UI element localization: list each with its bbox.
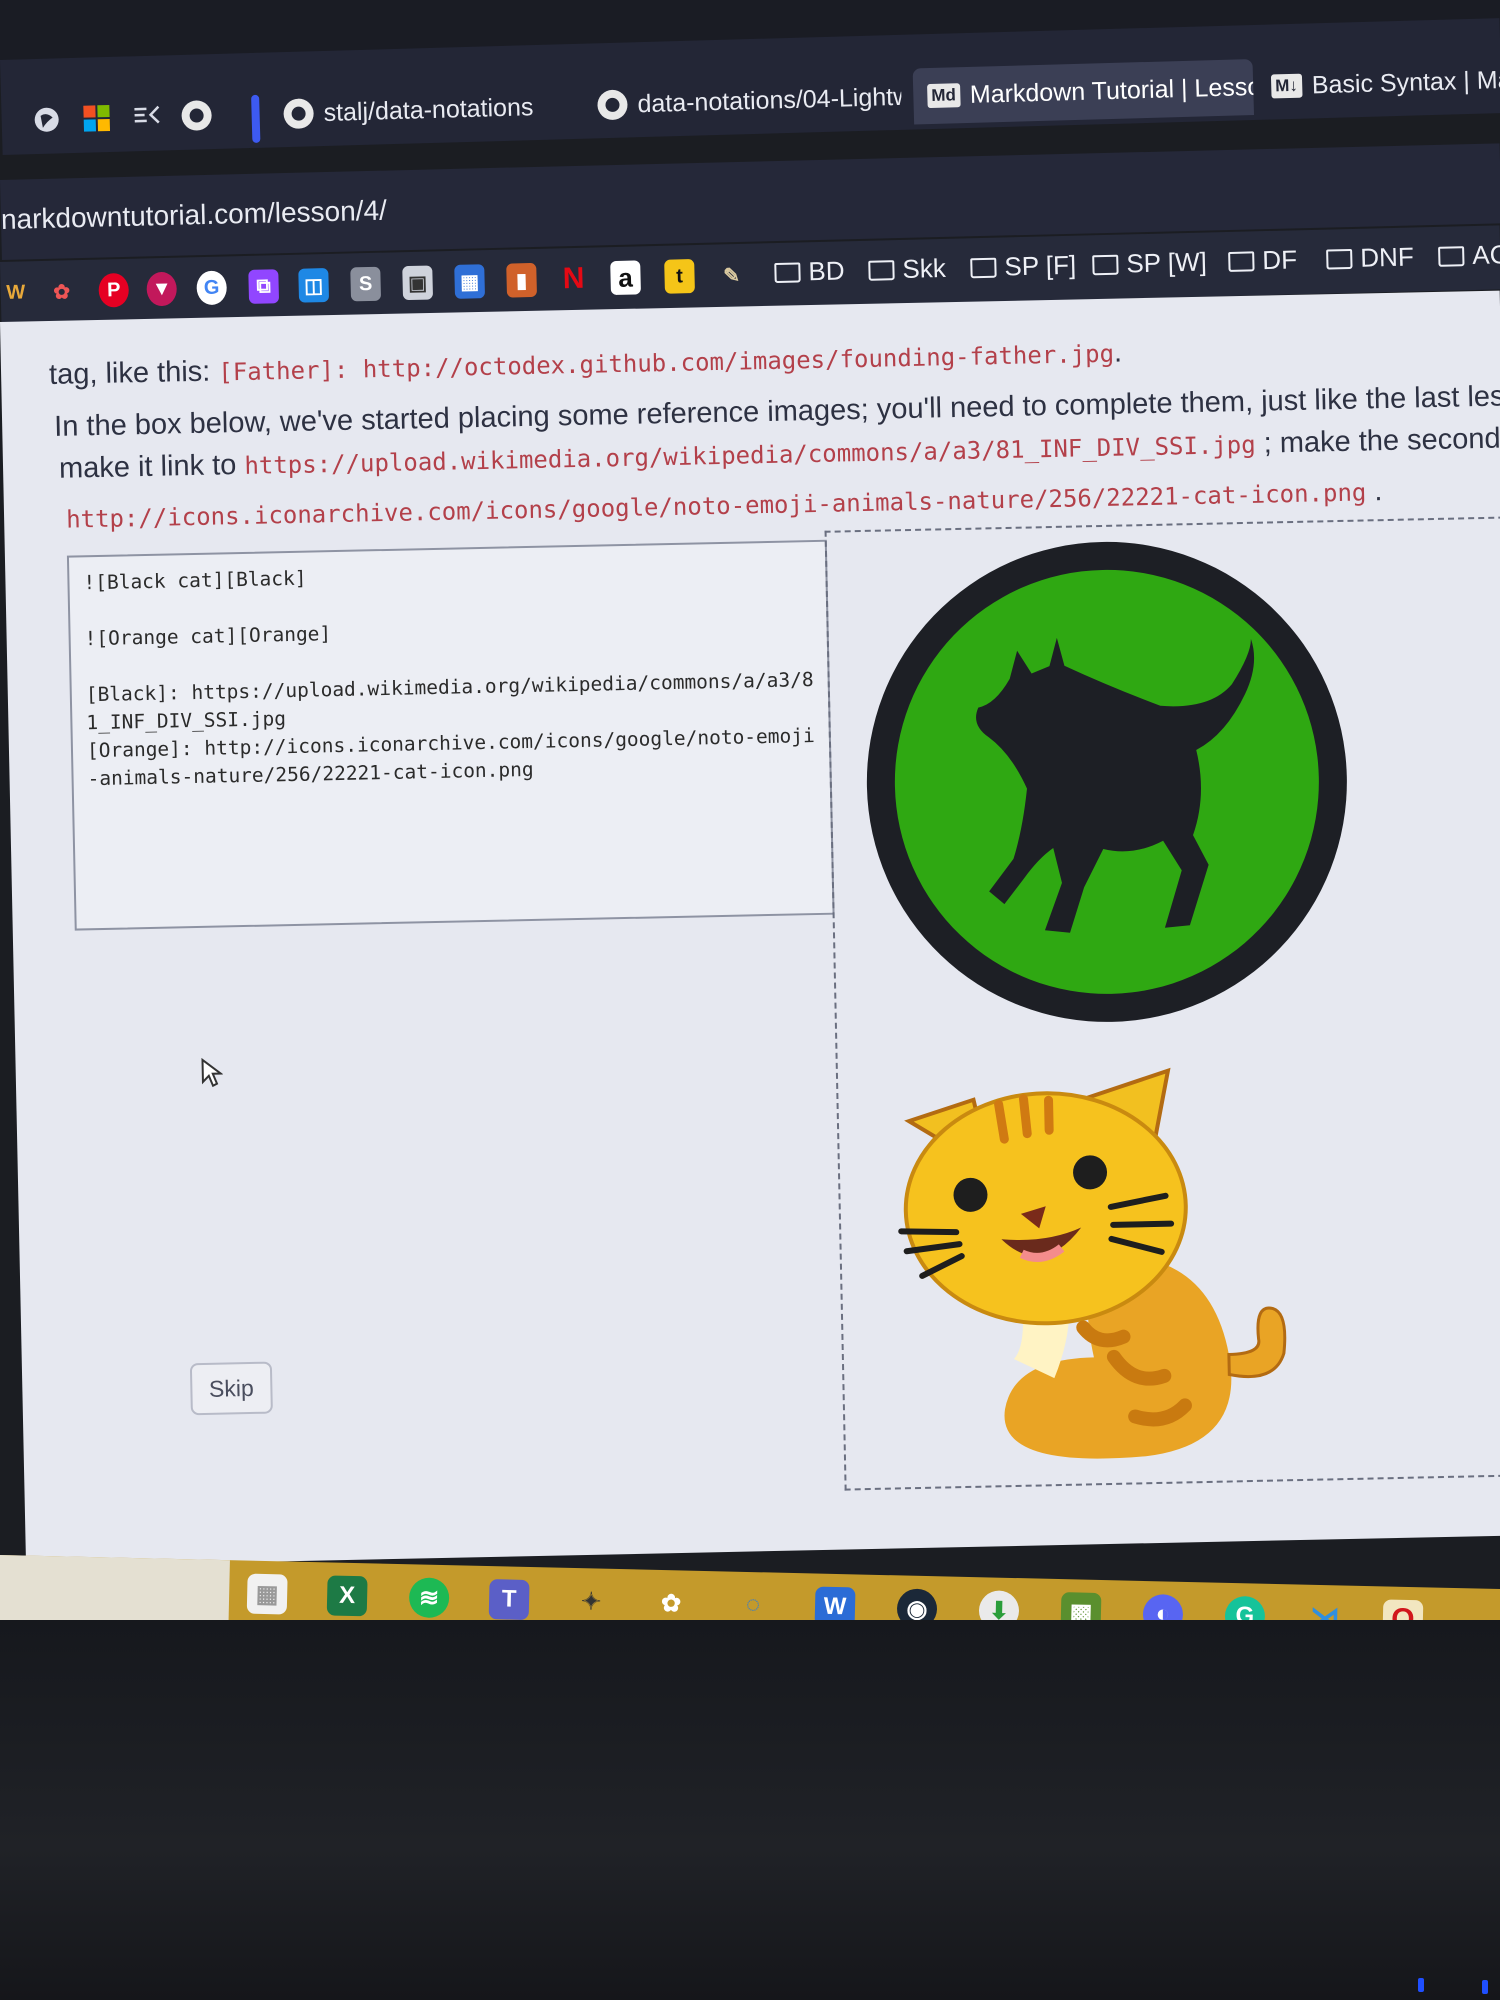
folder-icon xyxy=(1438,245,1465,267)
folder-icon xyxy=(1228,250,1255,272)
calendar-app-icon[interactable]: ▦ xyxy=(246,1573,288,1615)
preview-pane xyxy=(824,516,1500,1491)
inline-code: [Father]: http://octodex.github.com/imag… xyxy=(218,339,1115,387)
tab-label: Basic Syntax | Mar xyxy=(1311,65,1500,99)
mouse-cursor-icon xyxy=(201,1057,224,1088)
bookmark-flower-icon[interactable]: ✿ xyxy=(46,274,77,309)
editor-content[interactable]: ![Black cat][Black] ![Orange cat][Orange… xyxy=(83,554,818,793)
twitch-icon[interactable]: ⧉ xyxy=(248,269,280,304)
calendar-grid-icon[interactable]: ▦ xyxy=(454,264,486,299)
folder-icon xyxy=(1092,254,1119,275)
tab-label: data-notations/04-Lightw xyxy=(637,82,903,118)
status-led xyxy=(1418,1978,1424,1992)
tab-markdown-tutorial[interactable]: Md Markdown Tutorial | Lesso xyxy=(912,59,1255,125)
pinterest-icon[interactable]: P xyxy=(98,272,130,308)
bookmark-folder-df[interactable]: DF xyxy=(1228,244,1297,277)
pencil-bookmark-icon[interactable]: ✎ xyxy=(716,258,747,293)
lesson-line-1: tag, like this: [Father]: http://octodex… xyxy=(48,336,1123,391)
taskbar-left-area xyxy=(0,1555,230,1627)
bookmark-book-icon[interactable]: ▮ xyxy=(506,262,538,298)
reading-list-icon[interactable] xyxy=(131,102,162,133)
tab-stalj-data-notations[interactable]: stalj/data-notations xyxy=(269,78,570,142)
github-icon xyxy=(283,98,315,130)
markdown-editor[interactable]: ![Black cat][Black] ![Orange cat][Orange… xyxy=(66,539,835,931)
photos-app-icon[interactable]: ✦ xyxy=(571,1581,612,1622)
folder-icon xyxy=(1326,248,1353,270)
paint-app-icon[interactable]: ✿ xyxy=(651,1583,692,1624)
outlook-icon[interactable]: ◫ xyxy=(298,267,330,303)
bookmark-folder-dnf[interactable]: DNF xyxy=(1326,241,1414,274)
url-text: narkdowntutorial.com/lesson/4/ xyxy=(0,194,388,235)
github-icon xyxy=(597,89,628,121)
markdown-md-icon: Md xyxy=(927,83,961,109)
orange-cat-image xyxy=(898,1067,1287,1459)
amazon-icon[interactable]: a xyxy=(610,260,641,296)
windows-grid-icon[interactable] xyxy=(81,103,112,134)
spotify-app-icon[interactable]: ≋ xyxy=(408,1577,450,1619)
markdown-icon: M↓ xyxy=(1270,73,1303,99)
status-led xyxy=(1482,1980,1488,1994)
skip-button[interactable]: Skip xyxy=(189,1361,273,1416)
tab-group-indicator xyxy=(251,94,261,143)
folder-icon xyxy=(970,257,997,278)
tab-basic-syntax[interactable]: M↓ Basic Syntax | Mar xyxy=(1256,52,1500,115)
bookmark-folder-ac[interactable]: AC xyxy=(1438,239,1500,272)
shield-bookmark-icon[interactable]: ▼ xyxy=(146,271,178,307)
tab-data-notations-04[interactable]: data-notations/04-Lightw xyxy=(583,69,902,134)
photo-of-monitor: stalj/data-notations data-notations/04-L… xyxy=(0,0,1500,2000)
excel-app-icon[interactable]: X xyxy=(326,1575,368,1617)
bookmark-w-icon[interactable]: W xyxy=(0,275,31,310)
black-cat-image xyxy=(866,541,1347,1022)
github-icon[interactable] xyxy=(181,100,213,131)
bookmark-folder-bd[interactable]: BD xyxy=(774,255,845,288)
comic-bookmark-icon[interactable]: ▣ xyxy=(402,265,434,301)
tab-label: Markdown Tutorial | Lesso xyxy=(969,72,1255,109)
t-bookmark-icon[interactable]: t xyxy=(664,259,695,294)
s-bookmark-icon[interactable]: S xyxy=(350,266,382,302)
netflix-icon[interactable]: N xyxy=(558,262,589,297)
folder-icon xyxy=(774,261,801,283)
inline-code: https://upload.wikimedia.org/wikipedia/c… xyxy=(244,430,1256,480)
profile-icon[interactable] xyxy=(31,104,62,135)
bookmark-folder-sp-w[interactable]: SP [W] xyxy=(1092,247,1207,281)
lesson-page: tag, like this: [Father]: http://octodex… xyxy=(0,290,1500,1567)
google-icon[interactable]: G xyxy=(196,270,228,306)
bookmark-folder-skk[interactable]: Skk xyxy=(868,253,946,286)
monitor-bezel-bottom xyxy=(0,1620,1500,2000)
tab-label: stalj/data-notations xyxy=(323,92,534,127)
teams-app-icon[interactable]: T xyxy=(488,1579,530,1621)
folder-icon xyxy=(868,259,895,281)
bookmark-folder-sp-f[interactable]: SP [F] xyxy=(970,250,1077,284)
